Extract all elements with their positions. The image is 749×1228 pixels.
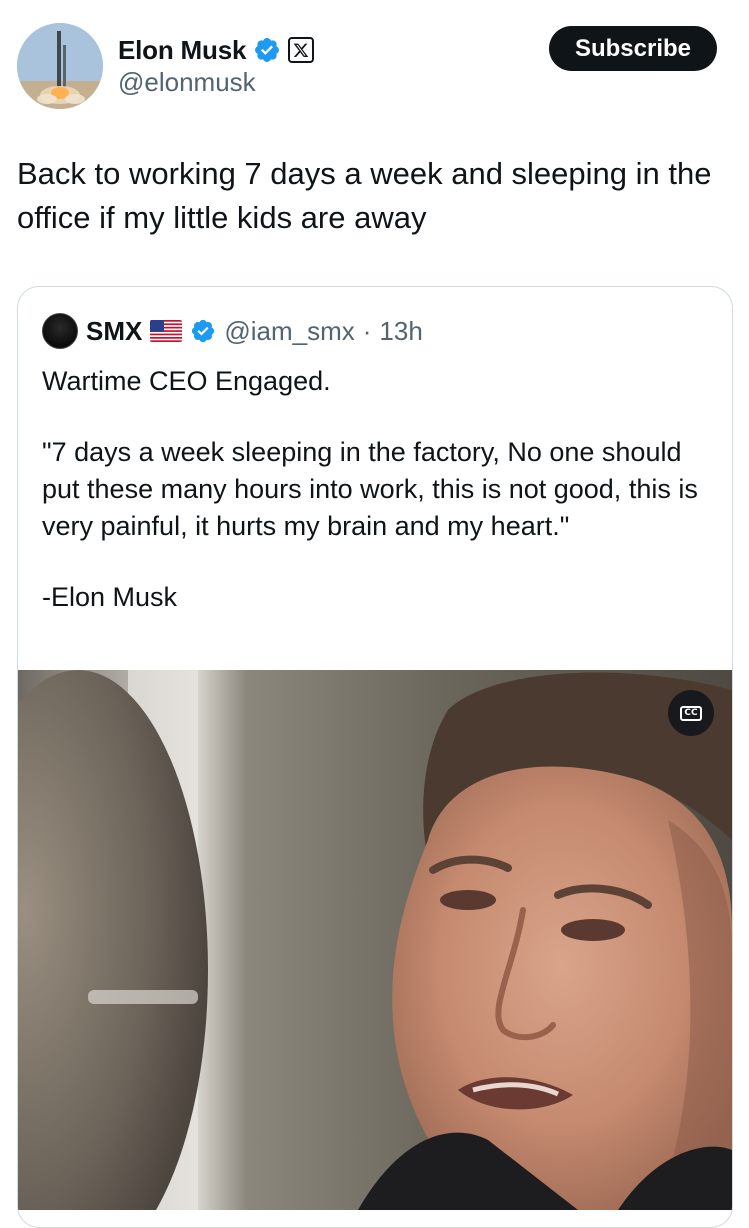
quoted-tweet-body: Wartime CEO Engaged. "7 days a week slee… [42, 363, 702, 616]
verified-badge-icon[interactable] [190, 318, 216, 344]
closed-captions-button[interactable]: CC [668, 690, 714, 736]
video-frame [18, 670, 732, 1210]
quoted-tweet-quote: "7 days a week sleeping in the factory, … [42, 437, 698, 541]
quoted-tweet-line: Wartime CEO Engaged. [42, 366, 331, 396]
us-flag-icon [150, 320, 183, 342]
quoted-tweet-timestamp[interactable]: 13h [379, 316, 422, 347]
author-display-name[interactable]: Elon Musk [118, 35, 246, 66]
author-name-row: Elon Musk [118, 30, 315, 70]
author-handle[interactable]: @elonmusk [118, 67, 256, 98]
x-logo-icon [288, 37, 315, 63]
video-player[interactable]: CC [18, 670, 732, 1210]
separator-dot: · [362, 315, 372, 346]
quoted-tweet-header: SMX @iam_smx · 13h [42, 311, 423, 351]
subscribe-button[interactable]: Subscribe [549, 26, 717, 71]
quoted-author-name[interactable]: SMX [86, 316, 142, 347]
cc-icon: CC [680, 705, 702, 721]
quoted-author-handle[interactable]: @iam_smx [224, 316, 354, 347]
tweet-header: Elon Musk @elonmusk Subscribe [0, 0, 749, 120]
tweet-text: Back to working 7 days a week and sleepi… [17, 156, 712, 235]
verified-badge-icon[interactable] [253, 36, 281, 64]
quoted-tweet-card[interactable]: SMX @iam_smx · 13h Wartime CEO Engaged. … [17, 286, 733, 1228]
quoted-tweet-attribution: -Elon Musk [42, 582, 178, 612]
rocket-launch-avatar [17, 23, 103, 109]
profile-avatar[interactable] [17, 23, 103, 109]
quoted-author-avatar[interactable] [42, 313, 78, 349]
